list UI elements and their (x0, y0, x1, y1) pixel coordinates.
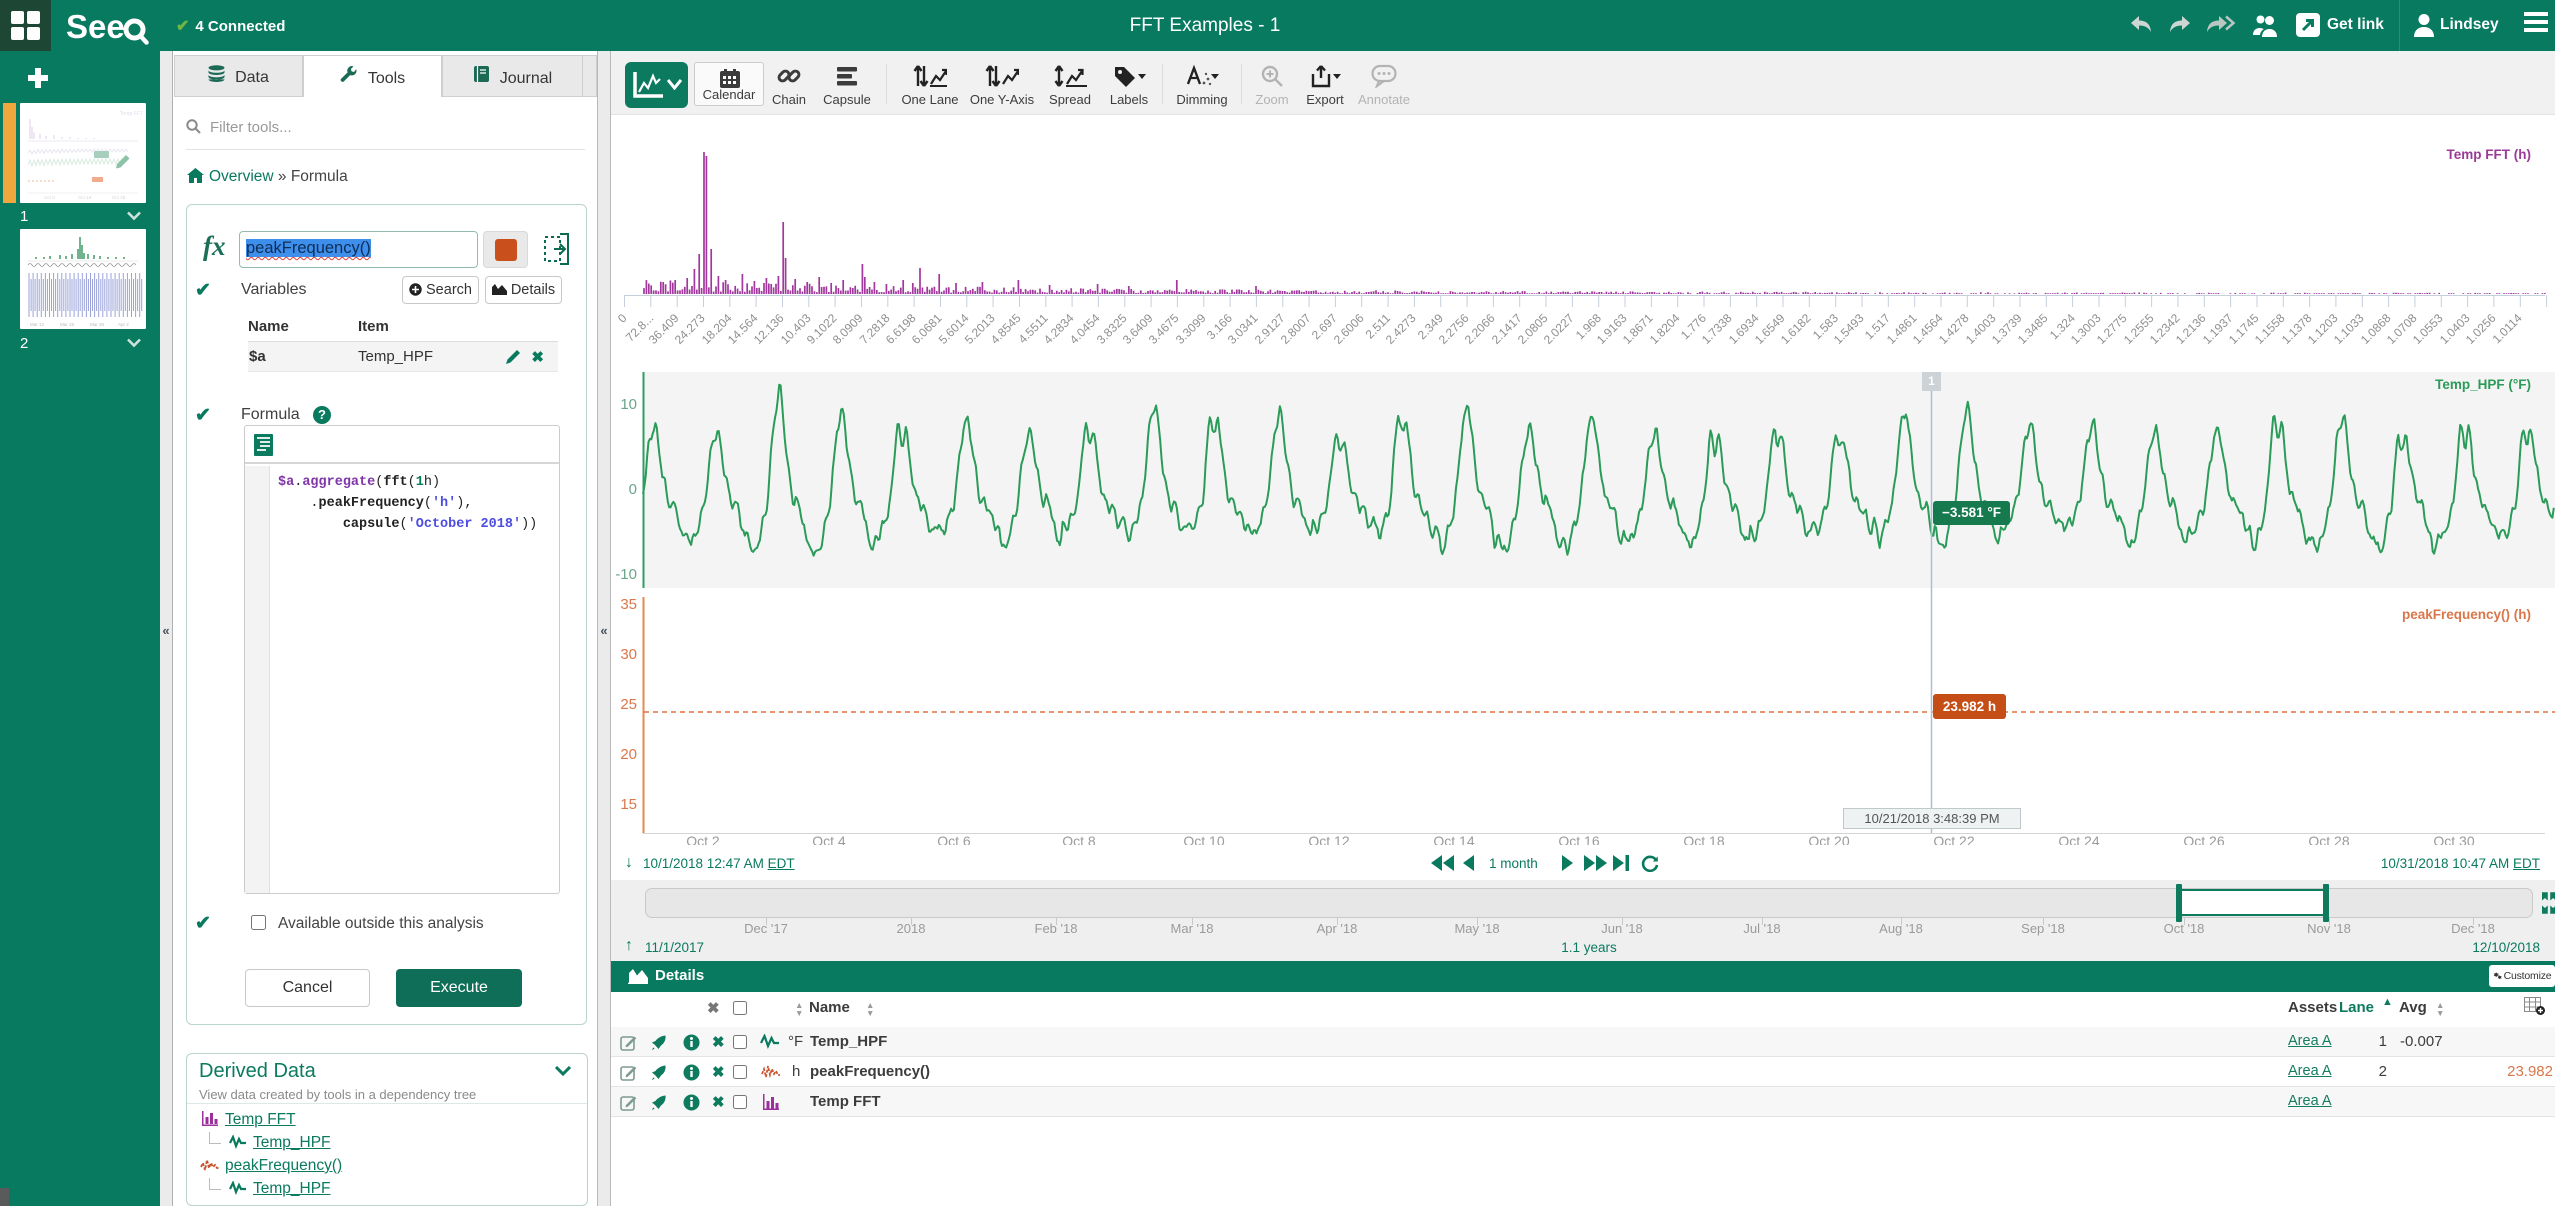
svg-text:Temp FFT: Temp FFT (120, 111, 143, 117)
svg-text:Oct 28: Oct 28 (112, 195, 126, 200)
svg-text:See: See (66, 8, 125, 45)
svg-text:Oct 18: Oct 18 (78, 195, 92, 200)
svg-text:Mar 19: Mar 19 (60, 322, 75, 327)
svg-text:Apr 2: Apr 2 (118, 322, 129, 327)
svg-text:Mar 12: Mar 12 (30, 322, 45, 327)
svg-text:Mar 26: Mar 26 (90, 322, 105, 327)
svg-text:Oct 8: Oct 8 (44, 195, 55, 200)
